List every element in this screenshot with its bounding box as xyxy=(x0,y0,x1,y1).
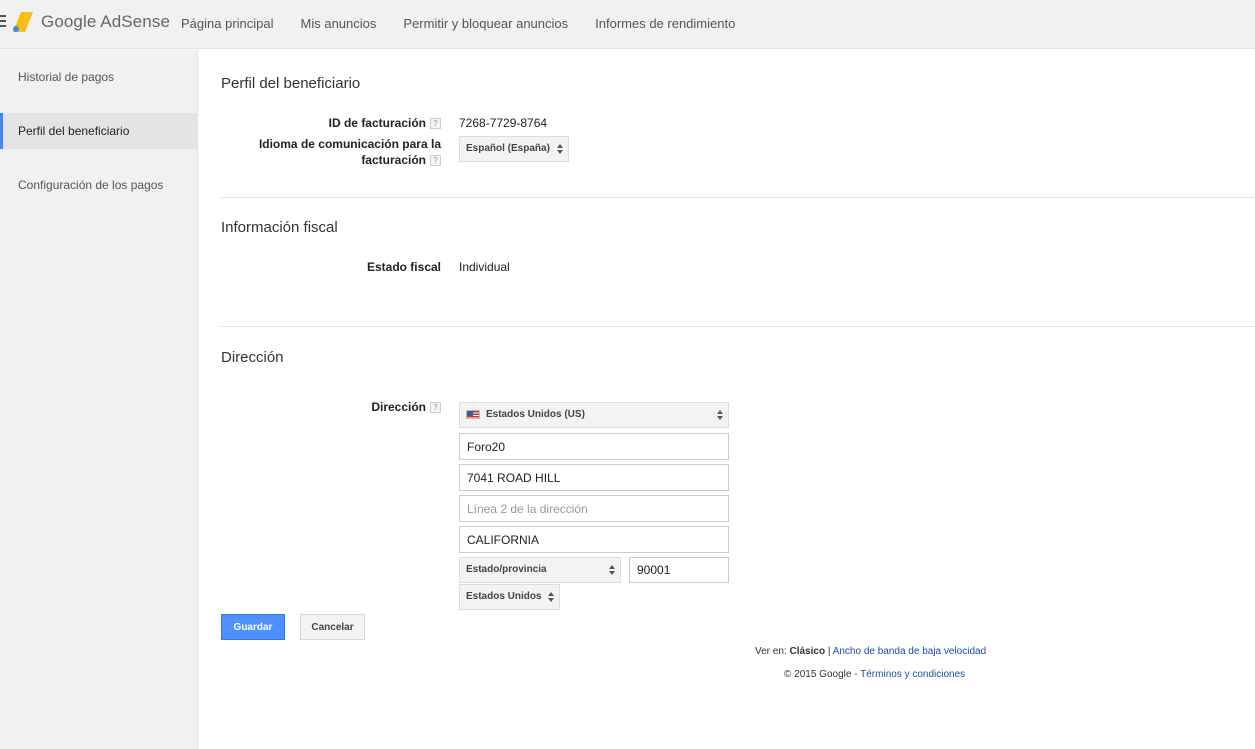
address-line2-field[interactable] xyxy=(459,495,729,522)
nav-allow-block-ads[interactable]: Permitir y bloquear anuncios xyxy=(403,16,568,31)
sidebar-item-payee-profile[interactable]: Perfil del beneficiario xyxy=(0,113,197,149)
footer-view-label: Ver en: xyxy=(755,646,787,657)
section-title-address: Dirección xyxy=(221,349,284,366)
help-icon[interactable]: ? xyxy=(430,155,441,167)
language-select[interactable]: Español (España) xyxy=(459,136,569,162)
nav-my-ads[interactable]: Mis anuncios xyxy=(301,16,377,31)
billing-id-value: 7268-7729-8764 xyxy=(459,116,548,130)
divider xyxy=(221,197,1255,198)
divider xyxy=(221,326,1255,327)
help-icon[interactable]: ? xyxy=(430,402,441,414)
nav-performance-reports[interactable]: Informes de rendimiento xyxy=(595,16,735,31)
language-label: Idioma de comunicación para la facturaci… xyxy=(258,137,441,167)
footer-separator: | xyxy=(827,646,831,657)
brand-name[interactable]: Google AdSense xyxy=(41,12,170,32)
address-line1-field[interactable] xyxy=(459,464,729,491)
us-flag-icon xyxy=(466,409,480,419)
billing-id-label: ID de facturación? xyxy=(329,115,441,131)
menu-icon[interactable] xyxy=(0,15,6,29)
select-arrows-icon xyxy=(548,592,554,602)
select-arrows-icon xyxy=(557,144,563,154)
zip-field[interactable] xyxy=(629,557,729,583)
footer-view-options: Ver en: Clásico | Ancho de banda de baja… xyxy=(755,646,986,657)
country-select[interactable]: Estados Unidos (US) xyxy=(459,402,729,428)
sidebar-item-payment-settings[interactable]: Configuración de los pagos xyxy=(0,167,197,203)
name-field[interactable] xyxy=(459,433,729,460)
country-name-select[interactable]: Estados Unidos xyxy=(459,584,560,610)
low-bandwidth-link[interactable]: Ancho de banda de baja velocidad xyxy=(833,646,986,657)
footer-classic: Clásico xyxy=(789,646,826,657)
section-title-profile: Perfil del beneficiario xyxy=(221,75,361,92)
sidebar-item-payment-history[interactable]: Historial de pagos xyxy=(0,59,197,95)
tax-status-label: Estado fiscal xyxy=(366,260,441,274)
main-nav: Página principal Mis anuncios Permitir y… xyxy=(181,16,762,31)
top-bar: Google AdSense Página principal Mis anun… xyxy=(0,0,1255,49)
section-title-tax: Información fiscal xyxy=(221,219,338,236)
tax-status-value: Individual xyxy=(459,260,510,274)
nav-home[interactable]: Página principal xyxy=(181,16,274,31)
select-arrows-icon xyxy=(717,410,723,420)
select-arrows-icon xyxy=(609,565,615,575)
address-label: Dirección? xyxy=(371,399,441,415)
adsense-logo-icon xyxy=(13,12,33,32)
sidebar: Historial de pagos Perfil del beneficiar… xyxy=(0,50,198,749)
state-select[interactable]: Estado/provincia xyxy=(459,557,621,583)
footer-copyright: © 2015 Google - Términos y condiciones xyxy=(784,669,965,680)
cancel-button[interactable]: Cancelar xyxy=(300,614,365,640)
save-button[interactable]: Guardar xyxy=(221,614,285,640)
city-field[interactable] xyxy=(459,526,729,553)
help-icon[interactable]: ? xyxy=(430,118,441,130)
terms-link[interactable]: Términos y condiciones xyxy=(860,669,965,680)
copyright-text: © 2015 Google - xyxy=(784,669,858,680)
